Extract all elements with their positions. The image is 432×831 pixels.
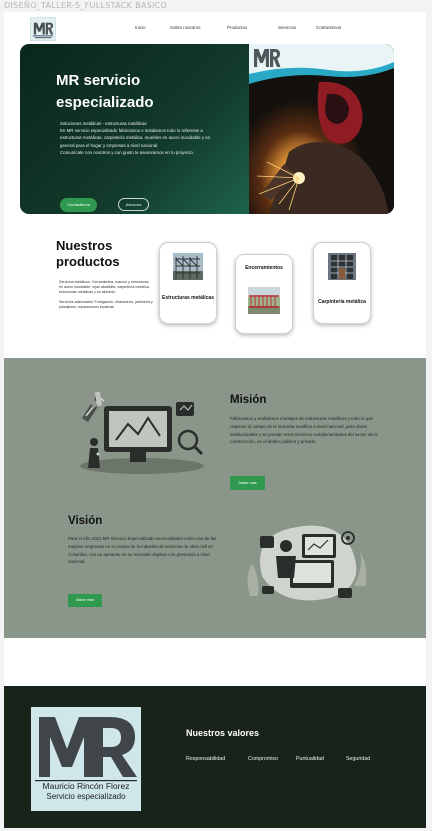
advice-button[interactable]: Asesoría <box>118 198 149 211</box>
fences-photo <box>248 287 280 314</box>
nav-link-sobre-nosotros[interactable]: Sobre nosotros <box>170 25 227 30</box>
logo-tagline: Servicio especializado <box>46 792 126 801</box>
logo-name: Mauricio Rincón Florez <box>42 781 130 791</box>
mission-title: Misión <box>230 394 267 406</box>
hero-line: Soluciones metálicas - estructuras metál… <box>60 121 147 126</box>
hero-description: Soluciones metálicas - estructuras metál… <box>60 120 216 156</box>
mr-logo-icon <box>254 49 281 67</box>
mission-illustration <box>80 391 204 474</box>
vision-text: Para el año 2021 MR Servicio Especializa… <box>68 536 217 565</box>
mission-text: Fabricamos y realizamos montajes de estr… <box>230 416 378 445</box>
top-navbar: Inicio Sobre nosotros Productos Servicio… <box>4 12 426 44</box>
vision-title: Visión <box>68 515 103 527</box>
welder-image <box>249 44 394 214</box>
products-title: Nuestros productos <box>56 238 120 270</box>
structures-photo <box>173 253 203 280</box>
card-label: Carpintería metálica <box>318 299 366 305</box>
vision-illustration <box>247 525 367 601</box>
values-list: Responsabilidad Compromiso Puntualidad S… <box>4 756 426 766</box>
values-section: Mauricio Rincón Florez Servicio especial… <box>4 686 426 828</box>
values-title: Nuestros valores <box>186 728 260 738</box>
hero-line: En MR servicio especializado fabricamos … <box>60 128 211 148</box>
products-title-line: productos <box>56 254 120 269</box>
nav-link-inicio[interactable]: Inicio <box>135 25 170 30</box>
value-item: Seguridad <box>346 756 371 762</box>
fence-image <box>248 287 280 314</box>
welder-photo <box>249 44 394 214</box>
products-description: Servicios metálicos: Cerramientos, marco… <box>59 280 153 315</box>
brand-logo[interactable] <box>30 17 56 41</box>
product-card-encerramientos[interactable]: Encerramientos <box>235 254 293 334</box>
hero-line: Comunícate con nosotros y con gusto te a… <box>60 149 194 155</box>
nav-links: Inicio Sobre nosotros Productos Servicio… <box>135 25 356 30</box>
card-label: Encerramientos <box>245 265 283 271</box>
canvas-title: DISEÑO_TALLER-5_FULLSTACK BASICO <box>4 1 168 10</box>
hero-banner: MR servicio especializado Soluciones met… <box>20 44 394 214</box>
vision-more-button[interactable]: Saber mas <box>68 594 102 607</box>
value-item: Puntualidad <box>296 756 324 762</box>
nav-link-contactenos[interactable]: Contactenos <box>316 25 356 30</box>
steel-structure-image <box>173 253 203 280</box>
website-page: Inicio Sobre nosotros Productos Servicio… <box>4 12 426 828</box>
carpentry-photo <box>328 253 356 280</box>
metal-carpentry-image <box>328 253 356 280</box>
value-item: Compromiso <box>248 756 279 762</box>
hero-image-logo <box>253 47 281 69</box>
mr-logo-icon <box>31 18 55 40</box>
products-title-line: Nuestros <box>56 238 113 253</box>
card-label: Estructuras metálicas <box>162 295 214 301</box>
metal-services-text: Servicios metálicos: Cerramientos, marco… <box>59 280 150 295</box>
nav-link-servicios[interactable]: Servicios <box>278 25 316 30</box>
hero-title: MR servicio especializado <box>56 72 154 111</box>
product-card-carpinteria[interactable]: Carpintería metálica <box>313 242 371 324</box>
mission-more-button[interactable]: Saber mas <box>230 476 265 490</box>
additional-services-text: Servicios adicionales: Fumigación, ebani… <box>59 300 153 310</box>
contact-button[interactable]: Contactenos <box>60 198 97 212</box>
nav-link-productos[interactable]: Productos <box>227 25 278 30</box>
mission-vision-section: Misión Fabricamos y realizamos montajes … <box>4 358 426 638</box>
product-card-estructuras[interactable]: Estructuras metálicas <box>159 242 217 324</box>
value-item: Responsabilidad <box>186 756 226 762</box>
